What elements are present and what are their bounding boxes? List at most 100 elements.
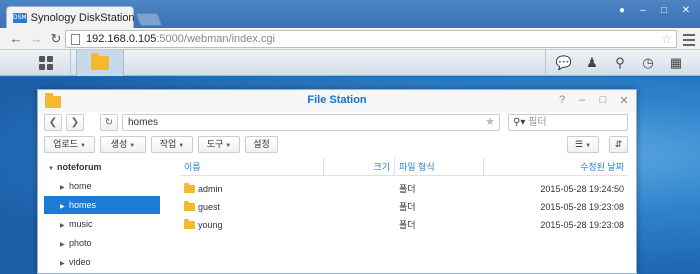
user-icon[interactable]: ♟ [584, 55, 600, 71]
expanded-arrow-icon[interactable]: ▼ [48, 160, 57, 178]
caret-down-icon: ▼ [585, 143, 592, 149]
window-close-icon[interactable]: ✕ [677, 4, 695, 18]
tree-item-homes[interactable]: ▶ homes [44, 196, 160, 214]
tree-item-photo[interactable]: ▶ photo [44, 234, 160, 252]
path-field[interactable]: homes ★ [122, 114, 500, 131]
minimize-icon[interactable]: – [575, 94, 589, 106]
search-filter-icon: ⚲▾ [513, 117, 526, 128]
path-value: homes [128, 117, 159, 128]
url-host: 192.168.0.105 [86, 33, 157, 45]
collapsed-arrow-icon[interactable]: ▶ [60, 236, 69, 254]
file-type: 폴더 [399, 202, 416, 212]
collapsed-arrow-icon[interactable]: ▶ [60, 255, 69, 273]
browser-navbar: ← → ↻ 192.168.0.105:5000/webman/index.cg… [0, 28, 700, 50]
refresh-button[interactable]: ↻ [100, 114, 118, 131]
sort-button[interactable]: ⇵ [609, 136, 628, 153]
close-icon[interactable]: ✕ [617, 94, 631, 107]
toolbar: 업로드 ▼ 생성 ▼ 작업 ▼ 도구 ▼ 설정 ☰ ▼ ⇵ [38, 134, 636, 156]
create-label: 생성 [110, 139, 128, 149]
caret-down-icon: ▼ [129, 143, 136, 149]
address-bar[interactable]: 192.168.0.105:5000/webman/index.cgi ☆ [65, 30, 677, 48]
taskbar-divider [70, 50, 71, 76]
column-header-size[interactable]: 크기 [324, 158, 395, 176]
tree-root-label: noteforum [57, 162, 102, 172]
caret-down-icon: ▼ [178, 143, 185, 149]
folder-tree: ▼ noteforum ▶ home ▶ homes ▶ music ▶ photo ▶ v… [44, 158, 160, 273]
action-label: 작업 [159, 139, 177, 149]
tree-item-home[interactable]: ▶ home [44, 177, 160, 195]
list-view-icon: ☰ [574, 139, 584, 149]
sort-icon: ⇵ [614, 139, 623, 149]
view-mode-button[interactable]: ☰ ▼ [567, 136, 599, 153]
file-type: 폴더 [399, 220, 416, 230]
window-maximize-icon[interactable]: □ [655, 4, 673, 18]
taskbar-divider [545, 50, 546, 76]
user-profile-icon[interactable]: ● [613, 4, 631, 18]
forward-icon[interactable]: → [28, 31, 44, 47]
column-header-modified[interactable]: 수정된 날짜 [484, 158, 628, 176]
dsm-favicon-icon: DSM [13, 12, 27, 23]
main-menu-icon [39, 56, 53, 70]
resource-monitor-icon[interactable]: ◷ [640, 55, 656, 71]
file-station-icon [91, 53, 109, 70]
new-tab-button[interactable] [135, 13, 163, 26]
settings-label: 설정 [253, 139, 270, 149]
collapsed-arrow-icon[interactable]: ▶ [60, 217, 69, 235]
tree-item-label: home [69, 181, 92, 191]
forward-button[interactable]: ❯ [66, 114, 84, 131]
browser-tab[interactable]: DSM Synology DiskStation × [6, 6, 149, 28]
navigation-bar: ❮ ❯ ↻ homes ★ ⚲▾ 필터 [38, 112, 636, 134]
collapsed-arrow-icon[interactable]: ▶ [60, 198, 69, 216]
filter-placeholder: 필터 [528, 117, 547, 128]
file-name: guest [198, 202, 221, 212]
window-title: File Station [307, 94, 367, 106]
upload-button[interactable]: 업로드 ▼ [44, 136, 95, 153]
page-icon [71, 33, 80, 45]
file-type: 폴더 [399, 184, 416, 194]
tree-item-music[interactable]: ▶ music [44, 215, 160, 233]
tree-item-video[interactable]: ▶ video [44, 253, 160, 271]
favorite-star-icon[interactable]: ★ [485, 115, 495, 130]
file-station-window: File Station ? – □ ✕ ❮ ❯ ↻ homes ★ ⚲▾ 필터… [37, 89, 637, 274]
maximize-icon[interactable]: □ [596, 94, 610, 106]
bookmark-star-icon[interactable]: ☆ [661, 32, 672, 46]
table-row[interactable]: guest 폴더 2015-05-28 19:23:08 [180, 198, 628, 216]
table-row[interactable]: young 폴더 2015-05-28 19:23:08 [180, 216, 628, 234]
back-icon[interactable]: ← [8, 31, 24, 47]
window-minimize-icon[interactable]: – [634, 4, 652, 18]
settings-button[interactable]: 설정 [245, 136, 278, 153]
back-button[interactable]: ❮ [44, 114, 62, 131]
window-header: File Station ? – □ ✕ [38, 90, 636, 112]
taskbar-file-station-button[interactable] [76, 50, 124, 76]
browser-menu-icon[interactable] [682, 31, 696, 47]
tree-root[interactable]: ▼ noteforum [44, 158, 160, 176]
file-list-header: 이름 크기 파일 형식 수정된 날짜 [180, 158, 628, 176]
file-modified: 2015-05-28 19:23:08 [540, 220, 624, 230]
tree-item-label: video [69, 257, 91, 267]
column-header-name[interactable]: 이름 [180, 158, 324, 176]
filter-search-input[interactable]: ⚲▾ 필터 [508, 114, 628, 131]
file-name-cell: guest [184, 198, 324, 216]
file-list: 이름 크기 파일 형식 수정된 날짜 admin 폴더 2015-05-28 1… [180, 158, 628, 273]
file-modified: 2015-05-28 19:23:08 [540, 202, 624, 212]
main-menu-button[interactable] [22, 50, 70, 76]
create-button[interactable]: 생성 ▼ [100, 136, 146, 153]
tools-label: 도구 [206, 139, 224, 149]
file-name-cell: admin [184, 180, 324, 198]
tree-item-label: photo [69, 238, 92, 248]
dsm-taskbar: 💬 ♟ ⚲ ◷ ▦ [0, 50, 700, 76]
notification-icon[interactable]: 💬 [556, 55, 572, 71]
tree-item-label: music [69, 219, 93, 229]
caret-down-icon: ▼ [79, 143, 86, 149]
search-icon[interactable]: ⚲ [612, 55, 628, 71]
action-button[interactable]: 작업 ▼ [151, 136, 193, 153]
folder-icon [184, 201, 195, 211]
table-row[interactable]: admin 폴더 2015-05-28 19:24:50 [180, 180, 628, 198]
collapsed-arrow-icon[interactable]: ▶ [60, 179, 69, 197]
widgets-icon[interactable]: ▦ [668, 55, 684, 71]
tools-button[interactable]: 도구 ▼ [198, 136, 240, 153]
upload-label: 업로드 [53, 139, 78, 149]
reload-icon[interactable]: ↻ [48, 31, 64, 47]
help-icon[interactable]: ? [555, 94, 569, 106]
column-header-type[interactable]: 파일 형식 [395, 158, 484, 176]
